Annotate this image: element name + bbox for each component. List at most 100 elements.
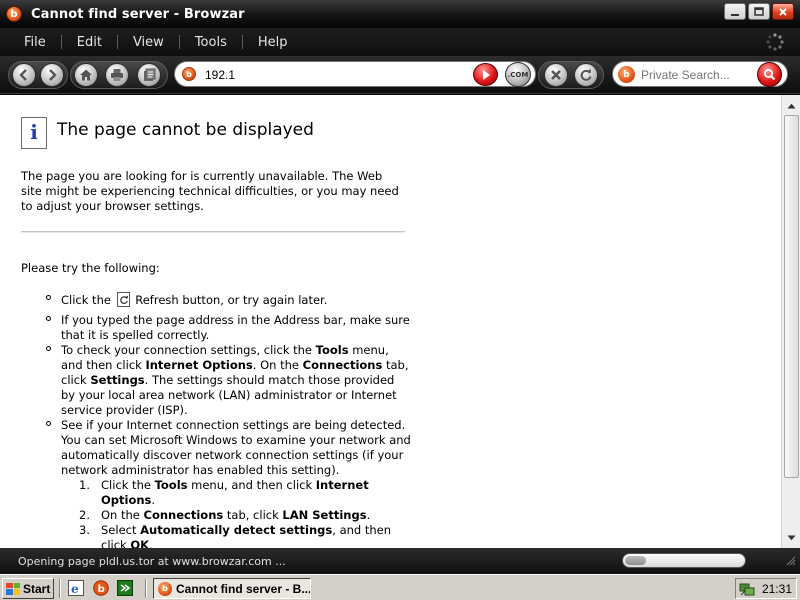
close-icon [779,7,787,16]
search-input[interactable] [641,67,759,83]
tip-text: To check your connection settings, click… [61,343,316,357]
scroll-down-button[interactable] [783,529,800,546]
resize-grip-icon[interactable] [786,556,796,566]
bullet-icon [46,421,51,426]
home-button[interactable] [74,63,98,87]
menu-file[interactable]: File [0,35,61,50]
go-icon [482,69,490,80]
window-title: Cannot find server - Browzar [31,6,245,22]
step-text: . [151,493,156,507]
com-button[interactable]: .COM [505,62,531,87]
menu-bar: File Edit View Tools Help [0,28,800,56]
scroll-up-button[interactable] [783,97,800,114]
network-icon[interactable] [739,581,755,597]
browzar-icon: b [158,581,172,596]
site-favicon-icon: b [182,67,196,81]
list-item: See if your Internet connection settings… [46,418,411,548]
step-item: 1. Click the Tools menu, and then click … [79,478,411,508]
step-bold-text: OK [130,538,150,548]
taskbar-separator [145,579,147,598]
tip-bold-text: Internet Options [145,358,253,372]
address-input[interactable] [205,66,465,83]
list-item: If you typed the page address in the Add… [46,313,411,343]
scroll-thumb[interactable] [784,115,799,478]
internet-explorer-icon: e [68,580,84,596]
list-item: Click the Refresh button, or try again l… [46,292,411,308]
step-item: 3. Select Automatically detect settings,… [79,523,411,548]
page-button[interactable] [137,63,161,87]
svg-text:b: b [98,584,105,595]
quicklaunch-ie[interactable]: e [68,580,84,596]
window-controls [724,3,794,20]
tip-bold-text: Settings [90,373,145,387]
menu-tools[interactable]: Tools [180,35,242,50]
steps-list: 1. Click the Tools menu, and then click … [79,478,411,548]
step-text: Select [101,523,141,537]
menu-edit[interactable]: Edit [62,35,117,50]
intro-paragraph: The page you are looking for is currentl… [21,169,399,213]
tip-text: If you typed the page address in the Add… [61,313,410,342]
step-bold-text: LAN Settings [282,508,367,522]
maximize-icon [754,6,764,16]
vertical-scrollbar[interactable] [781,95,800,548]
status-text: Opening page pldl.us.tor at www.browzar.… [18,555,286,568]
search-button[interactable] [757,62,782,87]
step-number: 2. [79,508,90,522]
tip-text: Refresh button, or try again later. [135,293,328,307]
refresh-button[interactable] [574,63,598,87]
windows-logo-icon [6,582,20,595]
step-bold-text: Tools [154,478,188,492]
stop-button[interactable] [544,63,568,87]
progress-fill [625,556,646,565]
tip-bold-text: Connections [302,358,383,372]
list-item: To check your connection settings, click… [46,343,411,418]
try-label: Please try the following: [21,261,160,275]
step-text: Click the [101,478,155,492]
close-button[interactable] [772,3,794,20]
step-number: 3. [79,523,90,537]
taskbar: Start e b b Cannot find server - B... 21… [0,574,800,600]
print-icon [111,69,123,81]
maximize-button[interactable] [748,3,770,20]
step-item: 2. On the Connections tab, click LAN Set… [79,508,411,523]
browzar-icon: b [93,580,109,596]
start-label: Start [23,581,51,596]
forward-icon [49,69,57,81]
refresh-icon [580,68,592,81]
search-provider-icon: b [618,66,635,83]
step-text: tab, click [223,508,283,522]
scroll-up-icon [787,103,796,108]
forward-button[interactable] [40,63,64,87]
stop-icon [551,70,561,80]
taskbar-window-label: Cannot find server - B... [176,581,311,596]
back-button[interactable] [12,63,36,87]
quicklaunch-browzar[interactable]: b [93,580,109,596]
divider [21,231,405,233]
step-text: . [366,508,371,522]
green-arrow-icon [117,580,133,596]
go-button[interactable] [473,63,498,86]
taskbar-separator [59,579,61,598]
progress-bar [622,553,746,568]
svg-text:e: e [71,582,79,596]
loading-spinner-icon [766,33,784,51]
tip-bold-text: Tools [315,343,349,357]
taskbar-window-button[interactable]: b Cannot find server - B... [153,578,311,599]
bullet-icon [46,295,51,300]
step-bold-text: Connections [143,508,224,522]
menu-view[interactable]: View [118,35,179,50]
step-text: menu, and then click [187,478,316,492]
start-button[interactable]: Start [2,578,54,599]
scroll-down-icon [787,535,796,540]
page-title: The page cannot be displayed [57,120,314,140]
page-content: i The page cannot be displayed The page … [0,95,781,548]
clock[interactable]: 21:31 [762,582,792,596]
menu-help[interactable]: Help [243,35,303,50]
quicklaunch-app[interactable] [117,580,133,596]
minimize-button[interactable] [724,3,746,20]
step-text: . [149,538,153,548]
print-button[interactable] [105,63,129,87]
bullet-icon [46,346,51,351]
tip-text: . On the [252,358,303,372]
title-bar: b Cannot find server - Browzar [0,0,800,28]
